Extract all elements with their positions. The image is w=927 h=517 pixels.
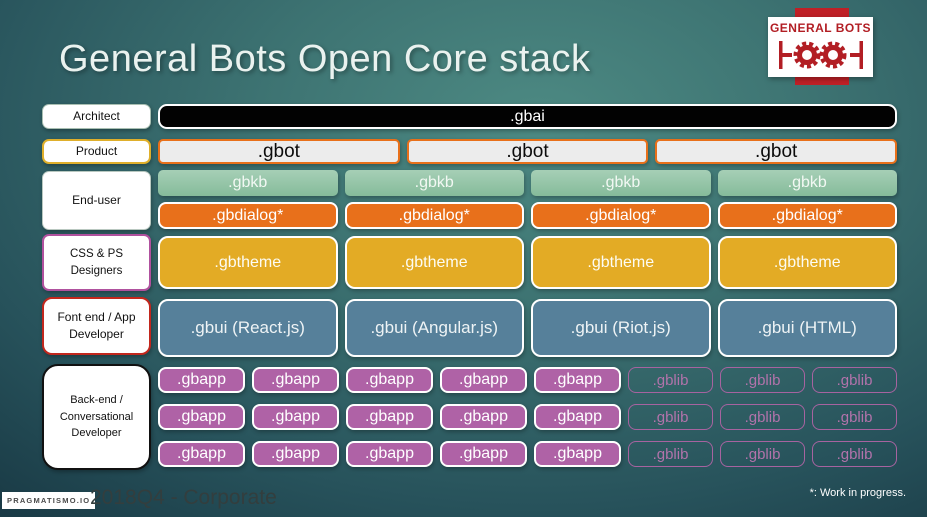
node-gblib: .gblib <box>812 404 897 430</box>
row-backend-3: .gbapp .gbapp .gbapp .gbapp .gbapp .gbli… <box>158 441 897 467</box>
node-gbtheme-3: .gbtheme <box>531 236 711 289</box>
row-gbai: .gbai <box>158 104 897 129</box>
node-gbtheme-1: .gbtheme <box>158 236 338 289</box>
node-gbtheme-2: .gbtheme <box>344 236 524 289</box>
node-gbapp: .gbapp <box>440 367 527 393</box>
node-gbdialog-3: .gbdialog* <box>531 202 711 229</box>
row-gbkb: .gbkb .gbkb .gbkb .gbkb <box>158 170 897 196</box>
node-gbapp: .gbapp <box>252 441 339 467</box>
node-gbtheme-4: .gbtheme <box>717 236 897 289</box>
node-gbapp: .gbapp <box>158 367 245 393</box>
node-gbapp: .gbapp <box>346 367 433 393</box>
row-gbdialog: .gbdialog* .gbdialog* .gbdialog* .gbdial… <box>158 202 897 229</box>
node-gblib: .gblib <box>720 404 805 430</box>
row-backend-2: .gbapp .gbapp .gbapp .gbapp .gbapp .gbli… <box>158 404 897 430</box>
node-gblib: .gblib <box>628 367 713 393</box>
row-gbui: .gbui (React.js) .gbui (Angular.js) .gbu… <box>158 299 897 357</box>
node-gbot-3: .gbot <box>655 139 898 164</box>
node-gbapp: .gbapp <box>534 367 621 393</box>
role-label-css-ps-designers: CSS & PS Designers <box>42 234 151 291</box>
node-gbkb-3: .gbkb <box>531 170 711 196</box>
node-gblib: .gblib <box>812 367 897 393</box>
node-gbapp: .gbapp <box>252 367 339 393</box>
node-gbdialog-1: .gbdialog* <box>158 202 338 229</box>
slide: General Bots Open Core stack GENERAL BOT… <box>0 0 927 517</box>
node-gbapp: .gbapp <box>440 441 527 467</box>
node-gbdialog-4: .gbdialog* <box>717 202 897 229</box>
node-gbapp: .gbapp <box>252 404 339 430</box>
node-gblib: .gblib <box>628 441 713 467</box>
row-gbtheme: .gbtheme .gbtheme .gbtheme .gbtheme <box>158 236 897 289</box>
row-gbot: .gbot .gbot .gbot <box>158 139 898 164</box>
pragmatismo-badge: PRAGMATISMO.IO <box>2 492 96 509</box>
node-gbdialog-2: .gbdialog* <box>344 202 524 229</box>
node-gbkb-1: .gbkb <box>158 170 338 196</box>
stack-diagram: .gbai .gbot .gbot .gbot .gbkb .gbkb .gbk… <box>158 0 898 517</box>
node-gbapp: .gbapp <box>158 441 245 467</box>
node-gbui-react: .gbui (React.js) <box>158 299 338 357</box>
role-label-architect: Architect <box>42 104 151 129</box>
node-gbai: .gbai <box>158 104 897 129</box>
node-gblib: .gblib <box>720 367 805 393</box>
node-gbot-2: .gbot <box>406 139 649 164</box>
node-gbapp: .gbapp <box>346 441 433 467</box>
node-gblib: .gblib <box>720 441 805 467</box>
node-gbot-1: .gbot <box>158 139 400 164</box>
node-gbui-angular: .gbui (Angular.js) <box>344 299 524 357</box>
role-label-backend-conversational-developer: Back-end / Conversational Developer <box>42 364 151 470</box>
row-backend-1: .gbapp .gbapp .gbapp .gbapp .gbapp .gbli… <box>158 367 897 393</box>
work-in-progress-note: *: Work in progress. <box>809 487 906 499</box>
node-gblib: .gblib <box>628 404 713 430</box>
node-gblib: .gblib <box>812 441 897 467</box>
node-gbapp: .gbapp <box>534 404 621 430</box>
node-gbapp: .gbapp <box>346 404 433 430</box>
role-label-end-user: End-user <box>42 171 151 230</box>
node-gbui-riot: .gbui (Riot.js) <box>531 299 711 357</box>
node-gbui-html: .gbui (HTML) <box>717 299 897 357</box>
node-gbkb-2: .gbkb <box>344 170 524 196</box>
slide-caption: 2018Q4 - Corporate <box>90 486 277 509</box>
node-gbapp: .gbapp <box>534 441 621 467</box>
node-gbapp: .gbapp <box>440 404 527 430</box>
role-label-frontend-app-developer: Font end / App Developer <box>42 297 151 355</box>
node-gbkb-4: .gbkb <box>717 170 897 196</box>
role-label-product: Product <box>42 139 151 164</box>
node-gbapp: .gbapp <box>158 404 245 430</box>
